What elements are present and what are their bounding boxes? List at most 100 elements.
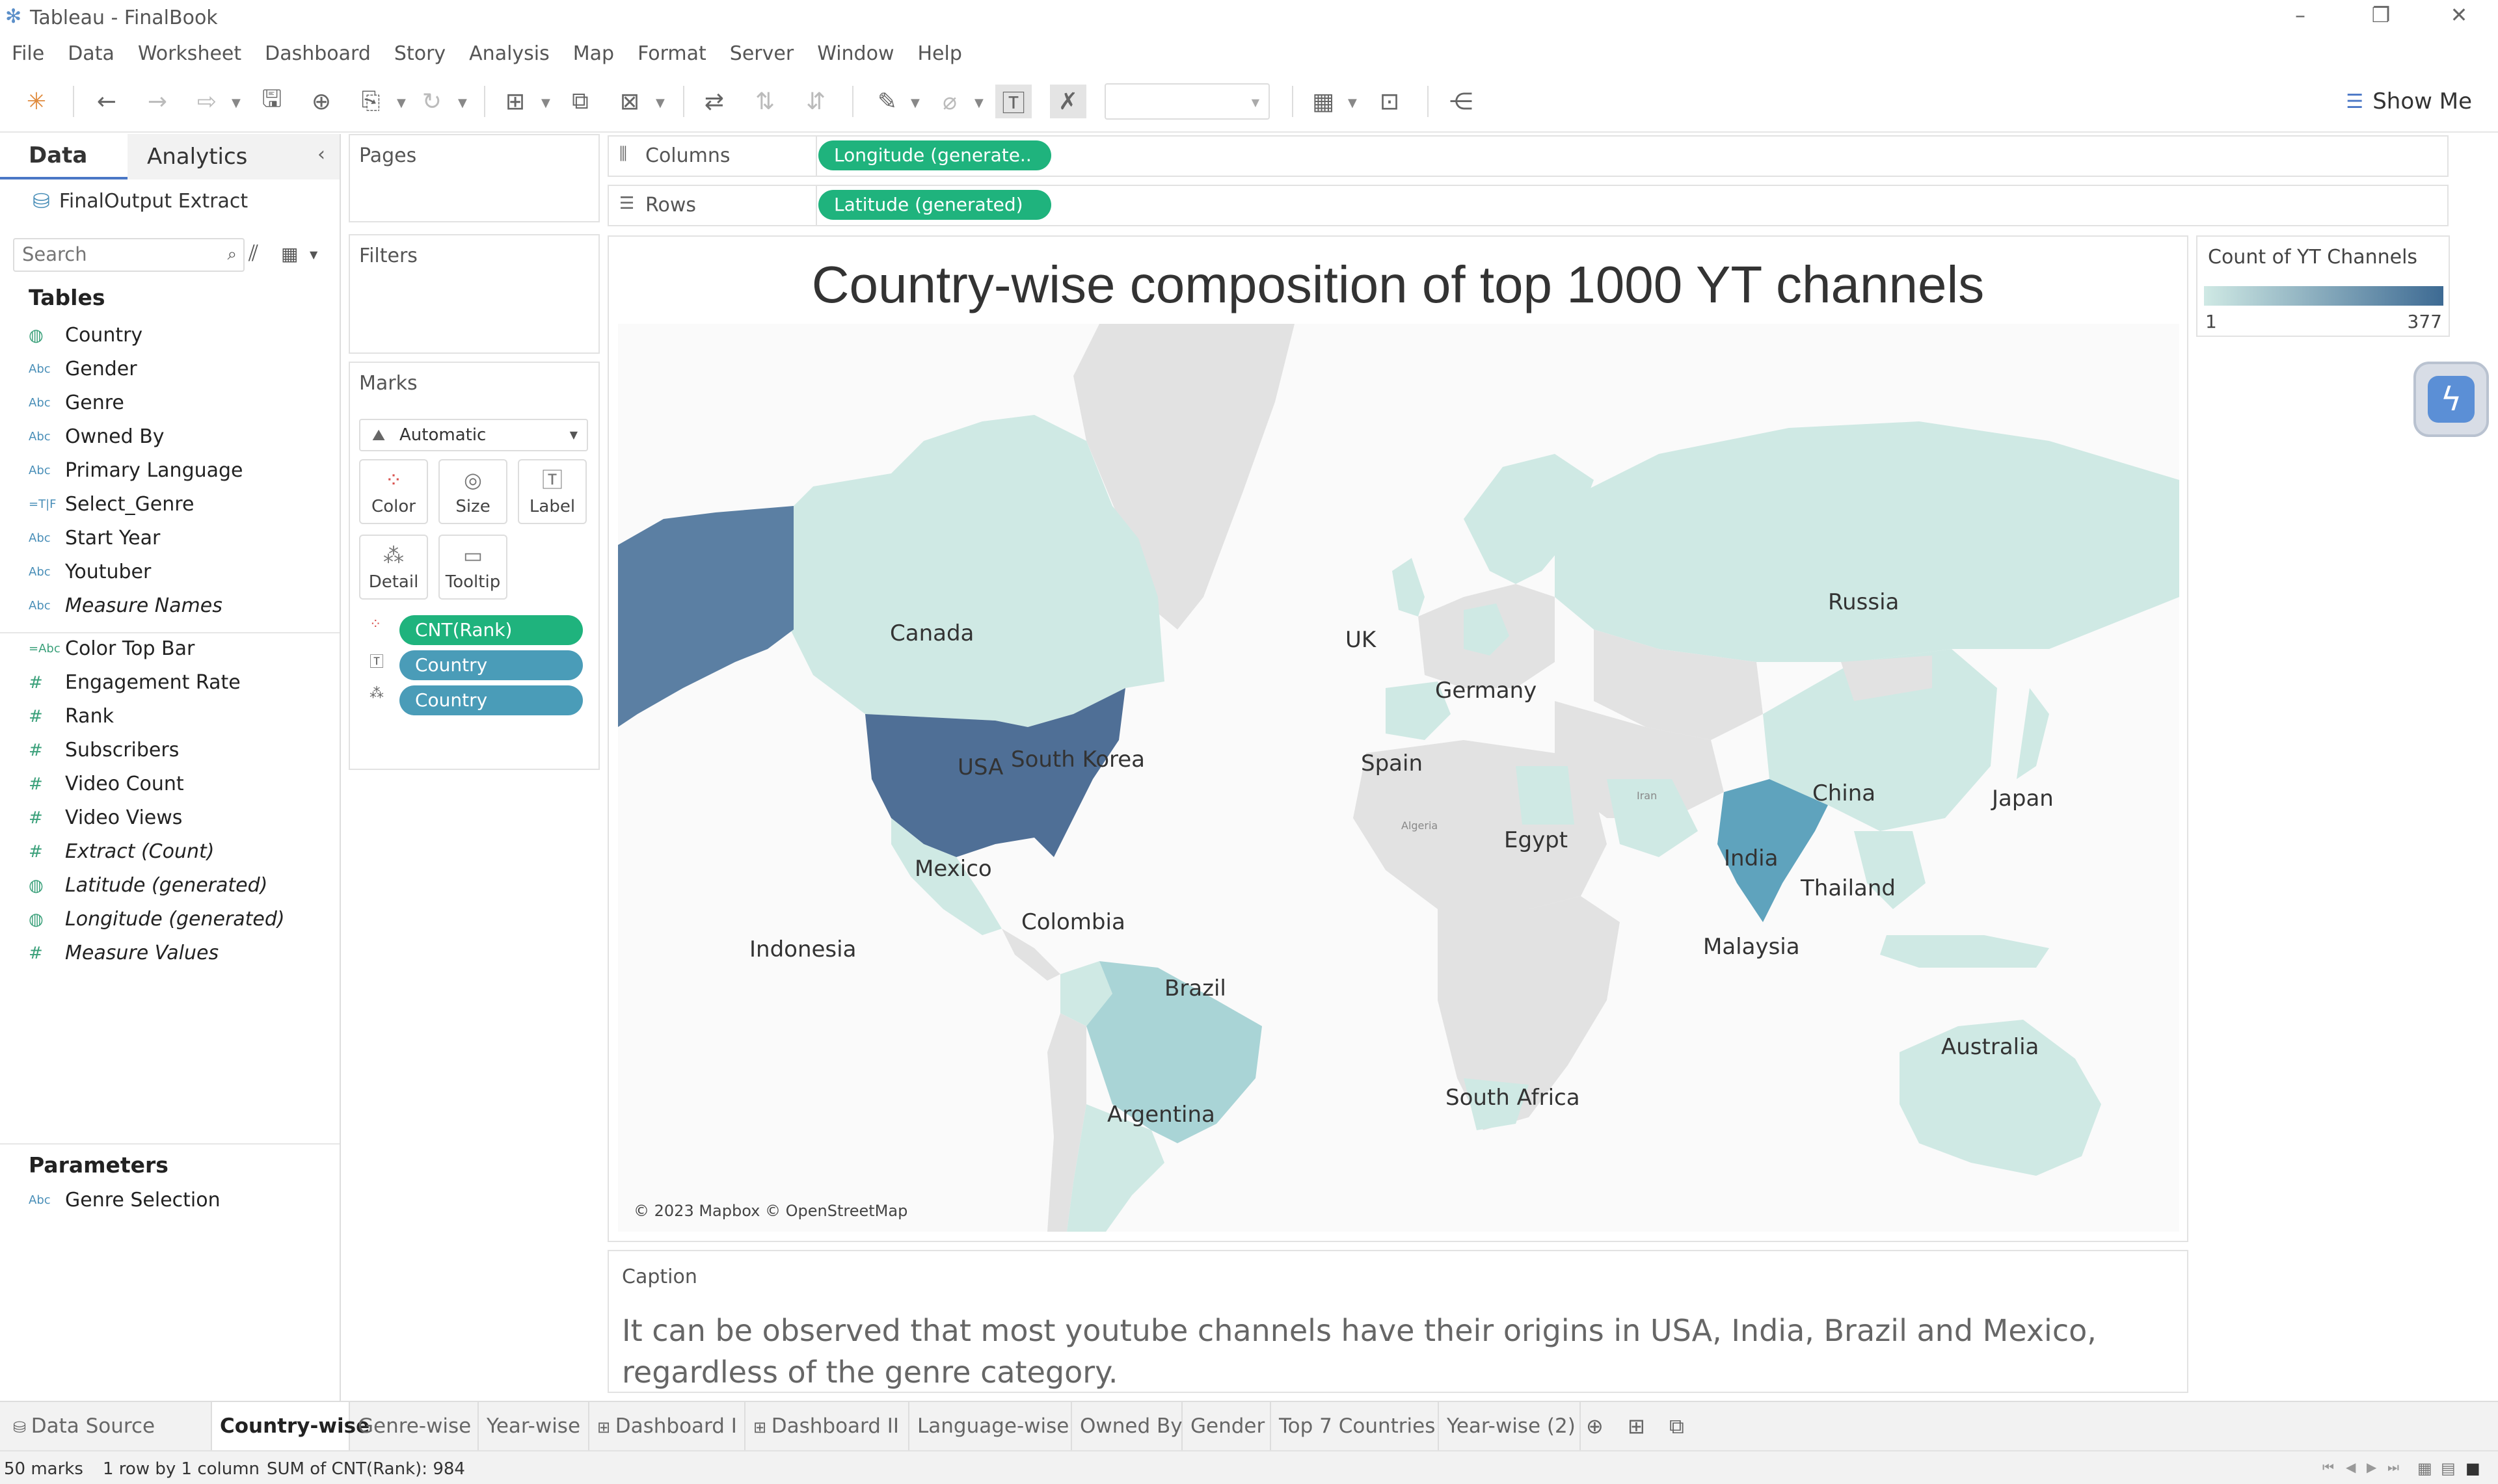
field-engagement-rate[interactable]: # Engagement Rate — [29, 671, 241, 694]
chevron-down-icon[interactable]: ▼ — [458, 96, 467, 110]
show-cards-icon[interactable]: ▦ — [1305, 85, 1341, 118]
close-icon[interactable]: ✕ — [2439, 3, 2478, 27]
last-sheet-icon[interactable]: ⏭ — [2387, 1459, 2399, 1475]
group-members-icon[interactable]: ⌀ — [932, 85, 968, 118]
refresh-icon[interactable]: ↻ — [414, 85, 450, 118]
filmstrip-icon[interactable]: ▤ — [2441, 1459, 2456, 1477]
field-gender[interactable]: Abc Gender — [29, 358, 137, 380]
field-video-views[interactable]: # Video Views — [29, 806, 182, 829]
pill-latitude[interactable]: Latitude (generated) — [818, 190, 1051, 220]
field-genre[interactable]: Abc Genre — [29, 391, 124, 414]
pages-card[interactable]: Pages — [349, 134, 600, 222]
field-longitude-generated[interactable]: ◍ Longitude (generated) — [29, 908, 285, 931]
tooltip-button[interactable]: ▭ Tooltip — [438, 535, 507, 600]
tab-country-wise[interactable]: Country-wise — [212, 1402, 369, 1450]
parameter-genre-selection[interactable]: Abc Genre Selection — [29, 1189, 221, 1212]
collapse-pane-icon[interactable]: ‹ — [317, 143, 325, 166]
field-color-top-bar[interactable]: =Abc Color Top Bar — [29, 637, 195, 660]
filter-fields-icon[interactable]: ⫽ — [248, 241, 258, 267]
label-button[interactable]: 🅃 Label — [518, 459, 587, 524]
field-rank[interactable]: # Rank — [29, 705, 114, 728]
map-credit[interactable]: © 2023 Mapbox © OpenStreetMap — [634, 1202, 907, 1220]
tab-data-source[interactable]: ⛁ Data Source — [0, 1402, 212, 1450]
fit-dropdown[interactable]: ▼ — [1105, 83, 1270, 120]
pill-country-label[interactable]: Country — [399, 650, 583, 680]
sheet-sorter-icon[interactable]: ▦ — [2417, 1459, 2432, 1477]
prev-sheet-icon[interactable]: ◀ — [2346, 1459, 2356, 1475]
field-start-year[interactable]: Abc Start Year — [29, 527, 160, 550]
new-datasource-icon[interactable]: ⊕ — [303, 85, 340, 118]
detail-button[interactable]: ⁂ Detail — [359, 535, 428, 600]
chevron-down-icon[interactable]: ▼ — [541, 96, 550, 110]
restore-icon[interactable]: ❐ — [2361, 3, 2400, 27]
chevron-down-icon[interactable]: ▼ — [911, 96, 920, 110]
chevron-down-icon[interactable]: ▼ — [1348, 96, 1357, 110]
tabs-view-icon[interactable]: ■ — [2465, 1459, 2480, 1477]
presentation-mode-icon[interactable]: ⊡ — [1371, 85, 1408, 118]
clear-sheet-icon[interactable]: ⊠ — [611, 85, 648, 118]
duplicate-sheet-icon[interactable]: ⧉ — [562, 85, 598, 118]
undo-icon[interactable]: ← — [88, 85, 125, 118]
tab-dashboard-i[interactable]: ⊞ Dashboard I — [589, 1402, 745, 1450]
menu-file[interactable]: File — [12, 42, 44, 65]
field-video-count[interactable]: # Video Count — [29, 773, 184, 795]
chevron-down-icon[interactable]: ▼ — [232, 96, 241, 110]
menu-window[interactable]: Window — [817, 42, 894, 65]
field-select-genre[interactable]: =T|F Select_Genre — [29, 493, 194, 516]
field-measure-names[interactable]: Abc Measure Names — [29, 594, 222, 617]
tableau-home-icon[interactable]: ✳ — [18, 85, 55, 118]
menu-map[interactable]: Map — [573, 42, 614, 65]
sort-ascending-icon[interactable]: ⇅ — [747, 85, 783, 118]
chevron-down-icon[interactable]: ▼ — [397, 96, 406, 110]
mark-type-dropdown[interactable]: ⛰ Automatic ▼ — [359, 419, 588, 451]
chevron-down-icon[interactable]: ▼ — [656, 96, 665, 110]
chevron-down-icon[interactable]: ▼ — [974, 96, 984, 110]
search-field[interactable]: ⌕ — [13, 238, 245, 272]
next-sheet-icon[interactable]: ▶ — [2367, 1459, 2376, 1475]
menu-worksheet[interactable]: Worksheet — [138, 42, 241, 65]
menu-analysis[interactable]: Analysis — [469, 42, 550, 65]
redo-icon[interactable]: → — [139, 85, 176, 118]
save-icon[interactable]: 🖫 — [254, 85, 290, 118]
search-input[interactable] — [14, 239, 209, 269]
menu-format[interactable]: Format — [638, 42, 706, 65]
menu-dashboard[interactable]: Dashboard — [265, 42, 371, 65]
color-legend[interactable]: Count of YT Channels 1 377 — [2196, 235, 2450, 337]
tab-gender[interactable]: Gender — [1183, 1402, 1271, 1450]
pill-cnt-rank[interactable]: CNT(Rank) — [399, 615, 583, 645]
menu-help[interactable]: Help — [917, 42, 961, 65]
pill-country-detail[interactable]: Country — [399, 685, 583, 715]
highlight-icon[interactable]: ✎ — [869, 85, 906, 118]
field-subscribers[interactable]: # Subscribers — [29, 739, 179, 762]
menu-data[interactable]: Data — [68, 42, 114, 65]
field-latitude-generated[interactable]: ◍ Latitude (generated) — [29, 874, 267, 897]
field-country[interactable]: ◍ Country — [29, 324, 142, 347]
field-extract-count[interactable]: # Extract (Count) — [29, 840, 214, 863]
tab-dashboard-ii[interactable]: ⊞ Dashboard II — [745, 1402, 909, 1450]
columns-shelf[interactable]: ⫼ Columns Longitude (generate.. — [608, 135, 2449, 177]
view-options-icon[interactable]: ▦ — [281, 243, 298, 265]
show-me-button[interactable]: ☰ Show Me — [2346, 88, 2472, 114]
size-button[interactable]: ◎ Size — [438, 459, 507, 524]
rows-shelf[interactable]: ☰ Rows Latitude (generated) — [608, 185, 2449, 226]
field-youtuber[interactable]: Abc Youtuber — [29, 561, 151, 583]
fix-axes-icon[interactable]: ✗ — [1050, 85, 1086, 118]
sort-descending-icon[interactable]: ⇵ — [798, 85, 834, 118]
field-measure-values[interactable]: # Measure Values — [29, 942, 219, 964]
show-mark-labels-icon[interactable]: 🅃 — [995, 85, 1032, 118]
share-icon[interactable]: ⋲ — [1443, 85, 1479, 118]
first-sheet-icon[interactable]: ⏮ — [2322, 1459, 2334, 1475]
pill-longitude[interactable]: Longitude (generate.. — [818, 140, 1051, 170]
field-primary-language[interactable]: Abc Primary Language — [29, 459, 243, 482]
tab-data[interactable]: Data — [0, 134, 128, 179]
minimize-icon[interactable]: – — [2281, 3, 2320, 27]
chevron-down-icon[interactable]: ▼ — [310, 248, 317, 261]
tab-year-wise-2[interactable]: Year-wise (2) — [1439, 1402, 1581, 1450]
tab-owned-by[interactable]: Owned By — [1072, 1402, 1183, 1450]
swap-rows-columns-icon[interactable]: ⇄ — [696, 85, 732, 118]
field-owned-by[interactable]: Abc Owned By — [29, 425, 165, 448]
tab-year-wise[interactable]: Year-wise — [479, 1402, 589, 1450]
tab-analytics[interactable]: Analytics — [128, 134, 340, 179]
color-button[interactable]: ⁘ Color — [359, 459, 428, 524]
menu-story[interactable]: Story — [394, 42, 446, 65]
